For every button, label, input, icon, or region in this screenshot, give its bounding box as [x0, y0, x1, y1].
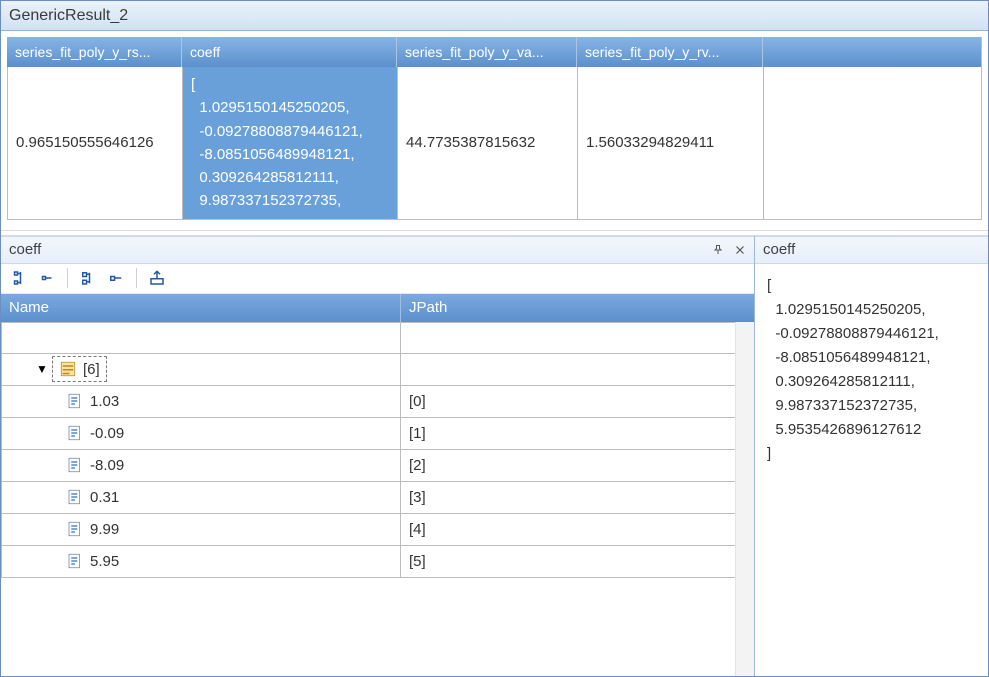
col-series-fit-rv[interactable]: series_fit_poly_y_rv...: [577, 37, 763, 67]
expand-all-icon[interactable]: [9, 268, 29, 288]
col-series-fit-va[interactable]: series_fit_poly_y_va...: [397, 37, 577, 67]
tree-item-value: 1.03: [90, 393, 119, 410]
right-panel-title: coeff: [763, 241, 795, 258]
expand-node-icon[interactable]: [78, 268, 98, 288]
tree-item-value: -0.09: [90, 425, 124, 442]
tree-item-value: 9.99: [90, 521, 119, 538]
top-panel-title: GenericResult_2: [1, 1, 988, 31]
expand-toggle-icon[interactable]: ▼: [36, 362, 48, 376]
tree-item-row[interactable]: -0.09 [1]: [1, 418, 754, 450]
col-empty: [763, 37, 982, 67]
collapse-all-icon[interactable]: [37, 268, 57, 288]
tree-item-value: 5.95: [90, 553, 119, 570]
tree-toolbar: [1, 264, 754, 294]
collapse-node-icon[interactable]: [106, 268, 126, 288]
tree-item-row[interactable]: -8.09 [2]: [1, 450, 754, 482]
tree-item-jpath: [5]: [409, 553, 426, 570]
tree-item-value: 0.31: [90, 489, 119, 506]
tree-header-jpath[interactable]: JPath: [401, 294, 754, 322]
tree-blank-row: [1, 322, 754, 354]
tree-header-name[interactable]: Name: [1, 294, 401, 322]
tree-item-jpath: [1]: [409, 425, 426, 442]
toolbar-separator: [67, 268, 68, 288]
tree-item-jpath: [2]: [409, 457, 426, 474]
tree-item-value: -8.09: [90, 457, 124, 474]
pin-icon[interactable]: [710, 242, 726, 258]
toolbar-separator-2: [136, 268, 137, 288]
close-icon[interactable]: [732, 242, 748, 258]
cell-rs-value[interactable]: 0.965150555646126: [8, 67, 183, 219]
tree-root-row[interactable]: ▼ [6]: [1, 354, 754, 386]
tree-item-jpath: [3]: [409, 489, 426, 506]
left-panel-title: coeff: [9, 241, 41, 258]
cell-va-value[interactable]: 44.7735387815632: [398, 67, 578, 219]
col-series-fit-rs[interactable]: series_fit_poly_y_rs...: [7, 37, 182, 67]
tree-item-row[interactable]: 9.99 [4]: [1, 514, 754, 546]
tree-item-row[interactable]: 1.03 [0]: [1, 386, 754, 418]
tree-root-label: [6]: [83, 361, 100, 378]
detail-raw-text[interactable]: [ 1.0295150145250205, -0.092788088794461…: [755, 264, 988, 677]
export-icon[interactable]: [147, 268, 167, 288]
cell-rv-value[interactable]: 1.56033294829411: [578, 67, 764, 219]
cell-coeff-text: [ 1.0295150145250205, -0.092788088794461…: [191, 73, 363, 213]
result-grid-row[interactable]: 0.965150555646126 [ 1.0295150145250205, …: [7, 67, 982, 220]
tree-item-row[interactable]: 0.31 [3]: [1, 482, 754, 514]
tree-item-jpath: [0]: [409, 393, 426, 410]
cell-coeff-selected[interactable]: [ 1.0295150145250205, -0.092788088794461…: [183, 67, 398, 219]
tree-item-row[interactable]: 5.95 [5]: [1, 546, 754, 578]
result-grid-header: series_fit_poly_y_rs... coeff series_fit…: [7, 37, 982, 67]
col-coeff[interactable]: coeff: [182, 37, 397, 67]
tree-item-jpath: [4]: [409, 521, 426, 538]
cell-empty: [764, 67, 981, 219]
